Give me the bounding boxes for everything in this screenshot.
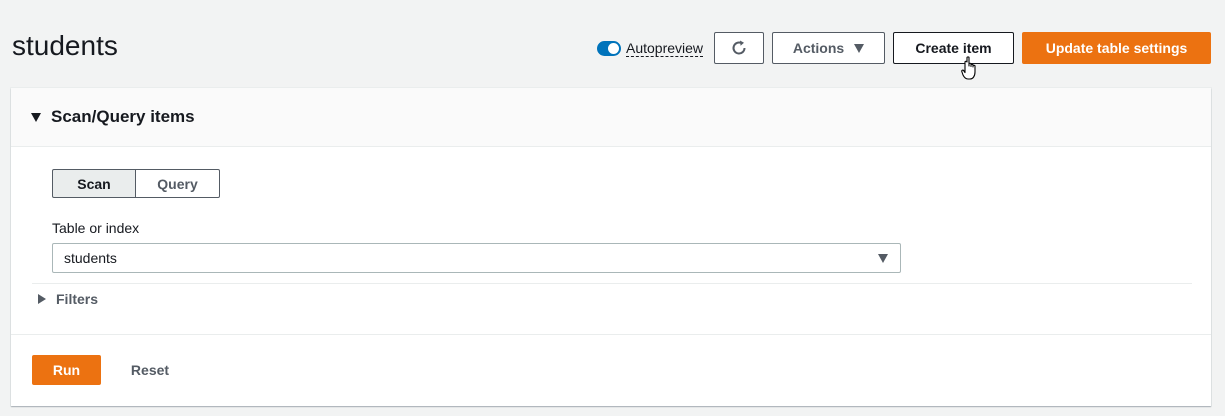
- actions-dropdown-button[interactable]: Actions: [772, 32, 885, 64]
- refresh-button[interactable]: [714, 32, 764, 64]
- table-or-index-select[interactable]: students: [52, 243, 901, 273]
- autopreview-label[interactable]: Autopreview: [626, 40, 704, 57]
- filters-expander[interactable]: Filters: [38, 291, 98, 307]
- panel-footer: Run Reset: [11, 334, 1211, 406]
- caret-down-icon: [854, 43, 865, 53]
- page-title: students: [12, 30, 118, 61]
- panel-header[interactable]: Scan/Query items: [11, 88, 1211, 147]
- refresh-icon: [732, 40, 746, 55]
- divider: [32, 283, 1192, 284]
- query-mode-button[interactable]: Query: [136, 169, 220, 198]
- scan-query-segmented-control: Scan Query: [52, 169, 220, 198]
- filters-label: Filters: [56, 291, 99, 307]
- autopreview-toggle[interactable]: Autopreview: [597, 40, 704, 57]
- scan-query-panel: Scan/Query items Scan Query Table or ind…: [11, 88, 1211, 406]
- collapse-triangle-icon[interactable]: [31, 112, 41, 122]
- panel-title: Scan/Query items: [51, 107, 195, 126]
- actions-label: Actions: [792, 40, 845, 56]
- scan-mode-button[interactable]: Scan: [52, 169, 136, 198]
- table-or-index-value: students: [64, 250, 117, 266]
- run-button[interactable]: Run: [32, 355, 101, 385]
- create-item-button[interactable]: Create item: [893, 32, 1014, 64]
- reset-button[interactable]: Reset: [116, 355, 184, 385]
- update-table-settings-button[interactable]: Update table settings: [1022, 32, 1211, 64]
- toggle-switch-icon[interactable]: [597, 41, 621, 56]
- table-or-index-label: Table or index: [52, 220, 140, 236]
- toggle-knob: [608, 43, 619, 54]
- expand-triangle-icon: [38, 294, 46, 304]
- caret-down-icon: [878, 253, 888, 263]
- pointer-hand-icon: [961, 56, 976, 80]
